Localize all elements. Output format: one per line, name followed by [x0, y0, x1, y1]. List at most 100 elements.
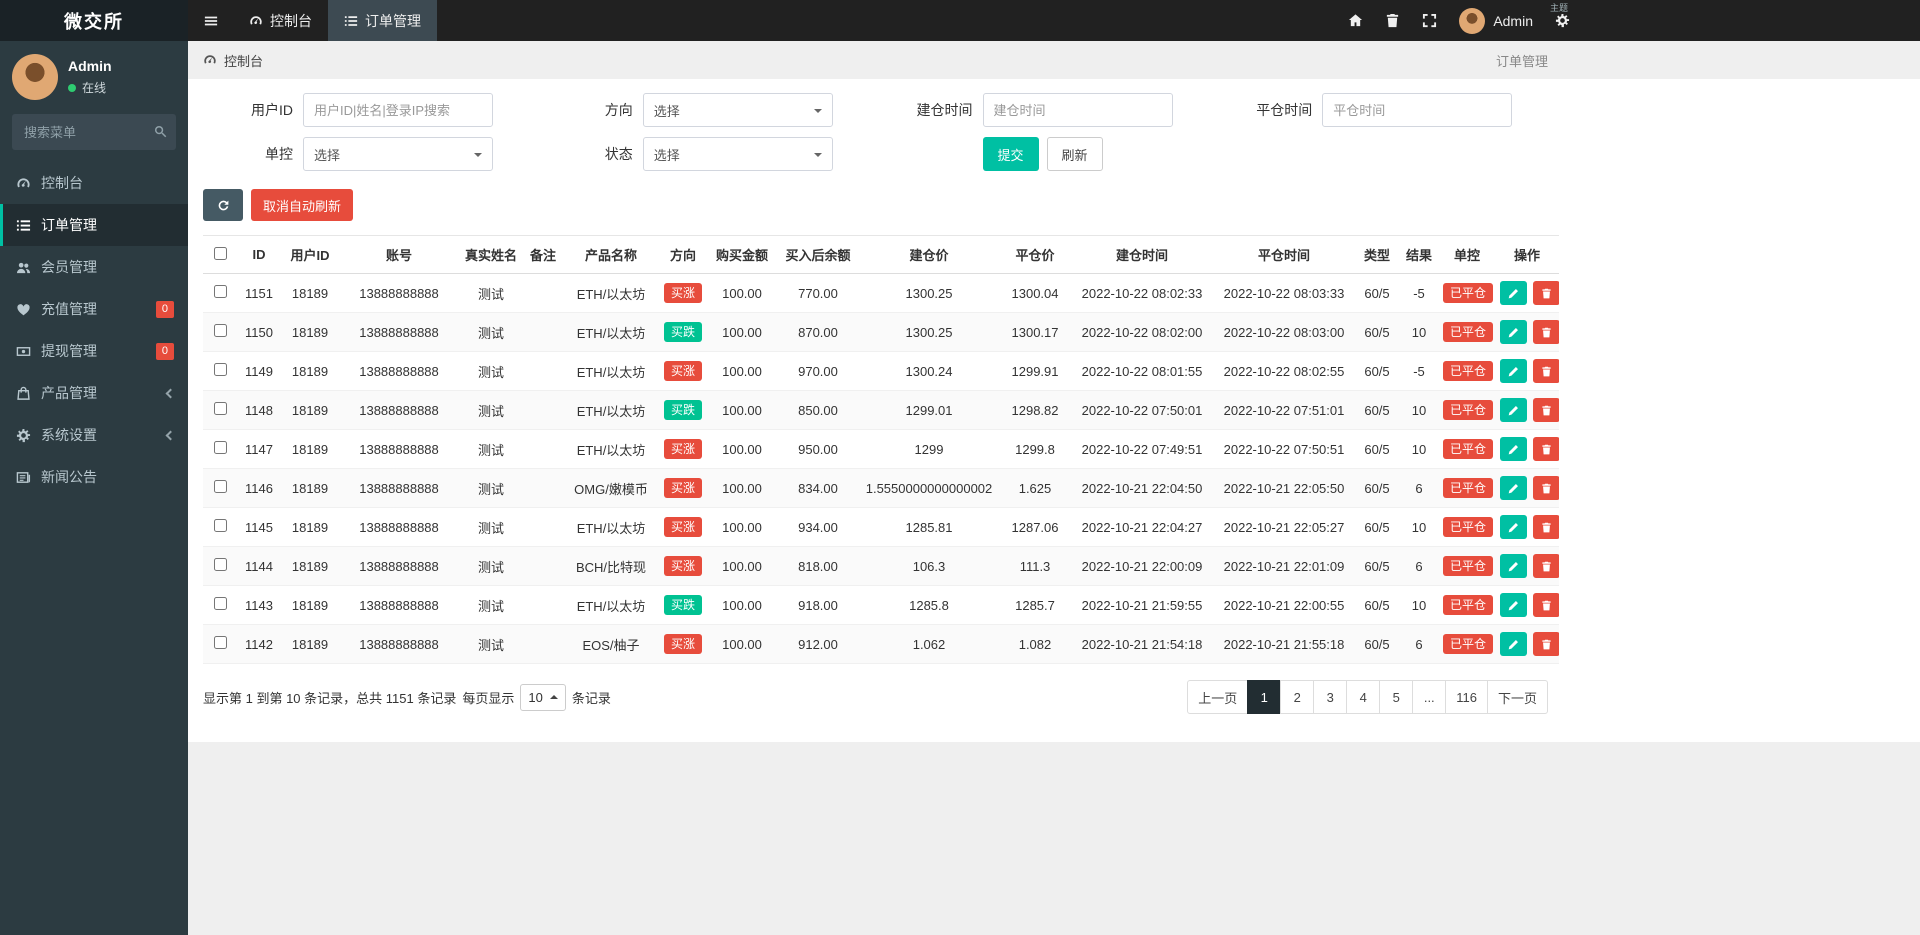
edit-button[interactable] [1500, 554, 1527, 578]
cell-balance: 770.00 [777, 274, 859, 313]
delete-button[interactable] [1533, 632, 1559, 656]
pagination-button[interactable]: 116 [1445, 680, 1488, 714]
tab-dashboard[interactable]: 控制台 [233, 0, 328, 41]
edit-button[interactable] [1500, 632, 1527, 656]
sidebar-item-products[interactable]: 产品管理 [0, 372, 188, 414]
row-checkbox[interactable] [214, 402, 227, 415]
cell-open-time: 2022-10-21 21:59:55 [1071, 586, 1213, 625]
pagination-button[interactable]: 3 [1313, 680, 1347, 714]
cell-open-price: 1285.81 [859, 508, 999, 547]
pagination-button[interactable]: 下一页 [1487, 680, 1548, 714]
dashboard-icon [16, 176, 31, 191]
delete-button[interactable] [1533, 359, 1559, 383]
fullscreen-button[interactable] [1422, 13, 1437, 28]
edit-button[interactable] [1500, 515, 1527, 539]
cell-remark [523, 430, 563, 469]
user-menu[interactable]: Admin [1459, 8, 1533, 34]
edit-button[interactable] [1500, 359, 1527, 383]
user-id-input[interactable] [303, 93, 493, 127]
delete-button[interactable] [1533, 476, 1559, 500]
sidebar-item-withdraw[interactable]: 提现管理 0 [0, 330, 188, 372]
row-checkbox[interactable] [214, 519, 227, 532]
row-checkbox[interactable] [214, 597, 227, 610]
row-checkbox[interactable] [214, 285, 227, 298]
edit-button[interactable] [1500, 281, 1527, 305]
per-page-select[interactable]: 10 [520, 684, 565, 711]
cell-remark [523, 274, 563, 313]
row-checkbox[interactable] [214, 480, 227, 493]
cell-balance: 834.00 [777, 469, 859, 508]
search-button[interactable] [153, 124, 168, 139]
edit-button[interactable] [1500, 476, 1527, 500]
select-all-checkbox[interactable] [214, 247, 227, 260]
control-badge: 已平仓 [1443, 595, 1493, 615]
sidebar-item-orders[interactable]: 订单管理 [0, 204, 188, 246]
cancel-auto-refresh-button[interactable]: 取消自动刷新 [251, 189, 353, 221]
sidebar-item-settings[interactable]: 系统设置 [0, 414, 188, 456]
cell-balance: 912.00 [777, 625, 859, 664]
sidebar-item-dashboard[interactable]: 控制台 [0, 162, 188, 204]
clear-cache-button[interactable] [1385, 13, 1400, 28]
sidebar-item-recharge[interactable]: 充值管理 0 [0, 288, 188, 330]
delete-button[interactable] [1533, 437, 1559, 461]
tab-orders[interactable]: 订单管理 [328, 0, 437, 41]
table-header-cell: 类型 [1355, 236, 1399, 274]
chevron-up-icon [550, 691, 558, 699]
settings-button[interactable] [1555, 13, 1570, 28]
pencil-icon [1508, 600, 1519, 611]
cell-real-name: 测试 [459, 391, 523, 430]
reload-table-button[interactable] [203, 189, 243, 221]
row-checkbox[interactable] [214, 636, 227, 649]
pagination-button[interactable]: 1 [1247, 680, 1281, 714]
cell-close-time: 2022-10-22 08:03:00 [1213, 313, 1355, 352]
edit-button[interactable] [1500, 398, 1527, 422]
home-button[interactable] [1348, 13, 1363, 28]
status-select[interactable]: 选择 [643, 137, 833, 171]
delete-button[interactable] [1533, 515, 1559, 539]
edit-button[interactable] [1500, 593, 1527, 617]
avatar [1459, 8, 1485, 34]
row-checkbox[interactable] [214, 441, 227, 454]
chevron-down-icon [474, 153, 482, 161]
expand-icon [1422, 13, 1437, 28]
sidebar-item-members[interactable]: 会员管理 [0, 246, 188, 288]
row-checkbox[interactable] [214, 363, 227, 376]
open-time-input[interactable] [983, 93, 1173, 127]
cell-open-time: 2022-10-22 08:02:33 [1071, 274, 1213, 313]
edit-button[interactable] [1500, 320, 1527, 344]
cell-remark [523, 313, 563, 352]
refresh-button[interactable]: 刷新 [1047, 137, 1103, 171]
search-input[interactable] [12, 114, 176, 150]
submit-button[interactable]: 提交 [983, 137, 1039, 171]
pagination-button[interactable]: 5 [1379, 680, 1413, 714]
delete-button[interactable] [1533, 554, 1559, 578]
sidebar-user-name: Admin [68, 58, 112, 74]
cell-real-name: 测试 [459, 274, 523, 313]
theme-label[interactable]: 主题 [1550, 1, 1568, 14]
cell-close-price: 1285.7 [999, 586, 1071, 625]
cell-result: 10 [1399, 430, 1439, 469]
edit-button[interactable] [1500, 437, 1527, 461]
delete-button[interactable] [1533, 593, 1559, 617]
table-row: 1146 18189 13888888888 测试 OMG/嫩模币 买涨 100… [203, 469, 1559, 508]
pagination-button[interactable]: ... [1412, 680, 1446, 714]
control-select[interactable]: 选择 [303, 137, 493, 171]
table-header-cell: 真实姓名 [459, 236, 523, 274]
cell-account: 13888888888 [339, 274, 459, 313]
delete-button[interactable] [1533, 320, 1559, 344]
sidebar-item-label: 控制台 [41, 173, 83, 193]
sidebar-toggle-button[interactable] [188, 0, 233, 41]
delete-button[interactable] [1533, 281, 1559, 305]
delete-button[interactable] [1533, 398, 1559, 422]
pagination-button[interactable]: 2 [1280, 680, 1314, 714]
pagination-button[interactable]: 上一页 [1187, 680, 1248, 714]
withdraw-count-badge: 0 [156, 343, 174, 360]
close-time-input[interactable] [1322, 93, 1512, 127]
sidebar-item-label: 充值管理 [41, 299, 97, 319]
direction-select[interactable]: 选择 [643, 93, 833, 127]
row-checkbox[interactable] [214, 324, 227, 337]
pagination-button[interactable]: 4 [1346, 680, 1380, 714]
sidebar-item-news[interactable]: 新闻公告 [0, 456, 188, 498]
row-checkbox[interactable] [214, 558, 227, 571]
breadcrumb-left[interactable]: 控制台 [224, 51, 263, 70]
